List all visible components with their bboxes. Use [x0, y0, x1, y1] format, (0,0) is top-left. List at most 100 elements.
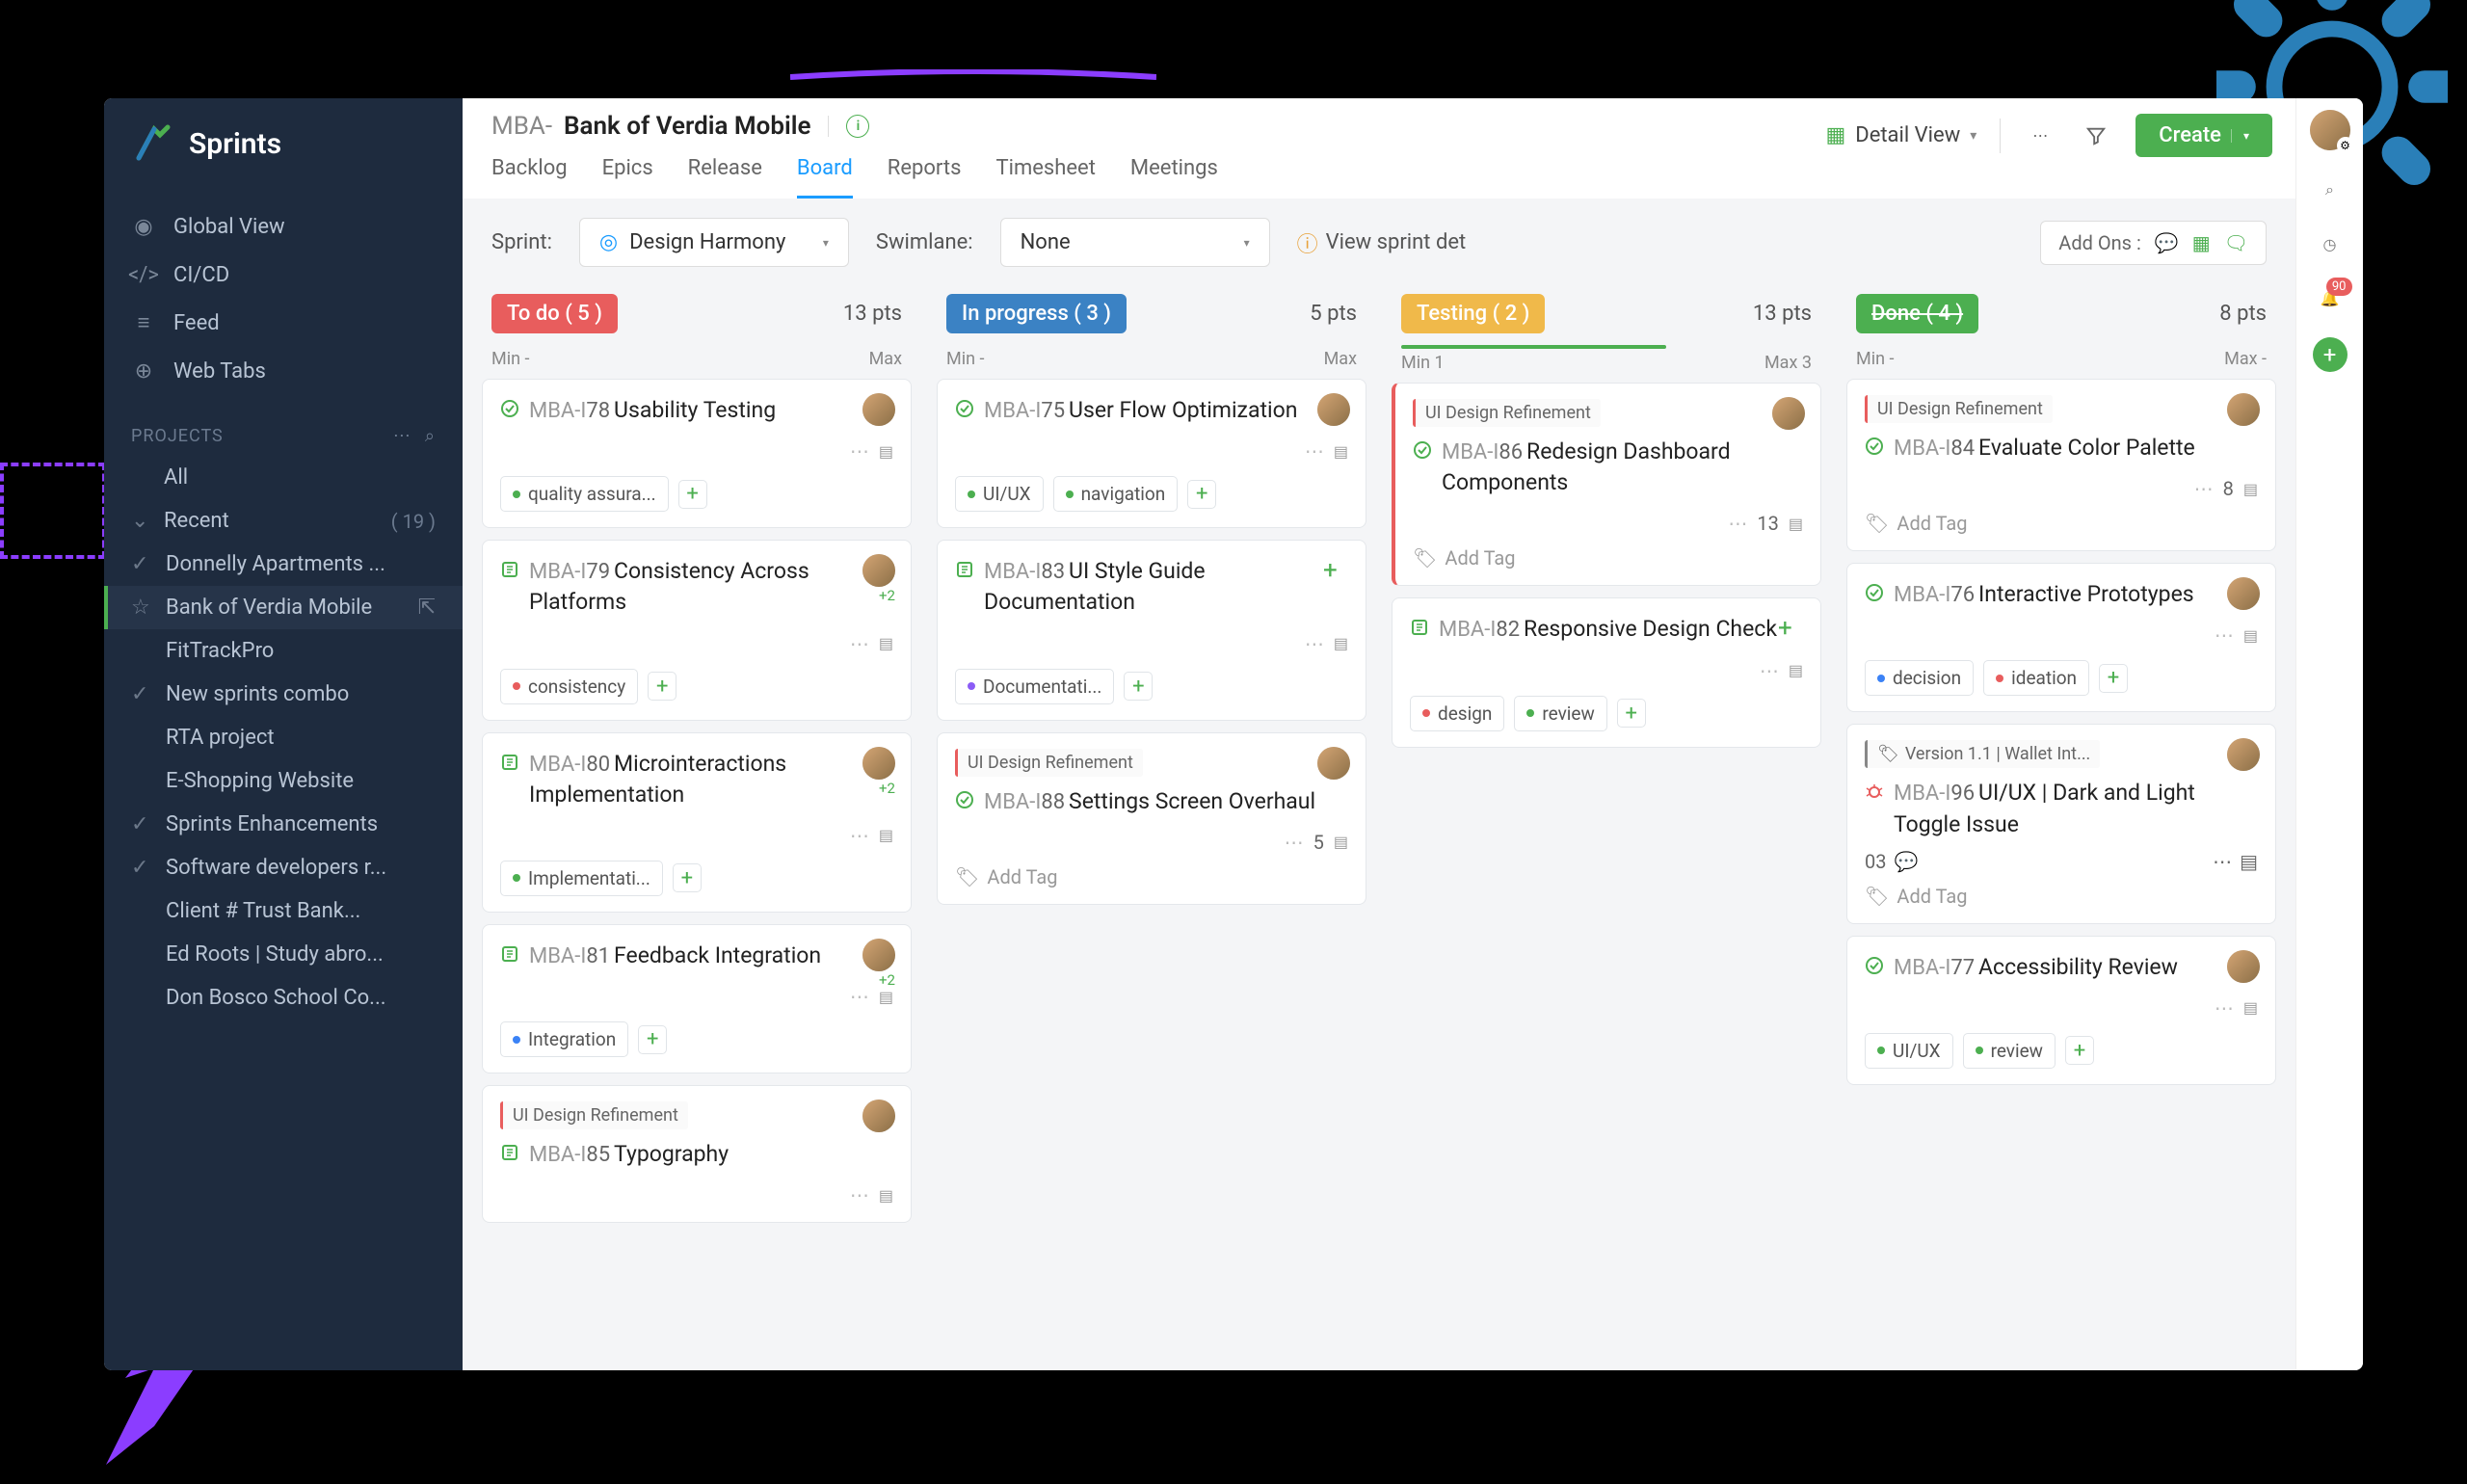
avatar-overflow[interactable]: +2	[879, 587, 895, 604]
add-tag-button[interactable]: +	[638, 1025, 667, 1054]
sidebar-project-item[interactable]: Ed Roots | Study abro...	[104, 933, 463, 976]
more-icon[interactable]: ⋯	[2194, 477, 2214, 500]
more-icon[interactable]: ⋯	[1760, 659, 1779, 682]
search-icon[interactable]: ⌕	[425, 426, 436, 446]
tag[interactable]: consistency	[500, 669, 638, 704]
assignee-avatar[interactable]	[862, 554, 895, 587]
more-icon[interactable]: ⋯	[1305, 439, 1324, 463]
external-link-icon[interactable]: ⇱	[418, 596, 436, 620]
view-sprint-detail[interactable]: ⓘ View sprint det	[1297, 227, 1467, 258]
work-item-card[interactable]: MBA-I79 Consistency Across Platforms +2⋯…	[482, 540, 912, 720]
tab-meetings[interactable]: Meetings	[1130, 145, 1218, 199]
more-icon[interactable]: ⋯	[1305, 632, 1324, 655]
epic-label[interactable]: UI Design Refinement	[1413, 399, 1601, 427]
addon-chat-icon[interactable]: 💬	[2155, 231, 2179, 254]
add-tag-link[interactable]: 🏷Add Tag	[1865, 512, 2258, 535]
addon-board-icon[interactable]: ▦	[2192, 231, 2211, 254]
tab-board[interactable]: Board	[797, 145, 853, 199]
more-icon[interactable]: ⋯	[850, 824, 869, 847]
add-tag-button[interactable]: +	[2065, 1036, 2094, 1065]
tag[interactable]: ideation	[1983, 660, 2089, 696]
assignee-avatar[interactable]	[1772, 397, 1805, 430]
projects-all[interactable]: All	[104, 456, 463, 499]
tag[interactable]: review	[1514, 696, 1606, 731]
sidebar-project-item[interactable]: ✓Donnelly Apartments ...	[104, 543, 463, 586]
more-icon[interactable]: ⋯	[850, 439, 869, 463]
add-tag-button[interactable]: +	[1187, 480, 1216, 509]
tag[interactable]: UI/UX	[1865, 1033, 1953, 1069]
work-item-card[interactable]: MBA-I75 User Flow Optimization ⋯▤UI/UXna…	[937, 379, 1366, 528]
assignee-avatar[interactable]	[862, 1100, 895, 1132]
sprint-select[interactable]: ◎ Design Harmony ▾	[579, 218, 849, 267]
projects-recent[interactable]: ⌄Recent( 19 )	[104, 499, 463, 543]
epic-label[interactable]: UI Design Refinement	[1865, 395, 2053, 423]
assignee-avatar[interactable]	[862, 393, 895, 426]
filter-icon[interactable]	[2080, 119, 2112, 152]
sidebar-project-item[interactable]: Don Bosco School Co...	[104, 976, 463, 1020]
avatar-overflow[interactable]: +2	[879, 780, 895, 797]
work-item-card[interactable]: MBA-I80 Microinteractions Implementation…	[482, 732, 912, 913]
status-pill[interactable]: In progress ( 3 )	[946, 294, 1127, 333]
tab-backlog[interactable]: Backlog	[491, 145, 568, 199]
tab-epics[interactable]: Epics	[602, 145, 653, 199]
work-item-card[interactable]: UI Design Refinement MBA-I85 Typography …	[482, 1085, 912, 1223]
more-icon[interactable]: ⋯	[850, 632, 869, 655]
sidebar-project-item[interactable]: ✓New sprints combo	[104, 673, 463, 716]
epic-label[interactable]: UI Design Refinement	[955, 749, 1143, 777]
tag[interactable]: review	[1963, 1033, 2056, 1069]
tag[interactable]: navigation	[1053, 476, 1179, 512]
more-icon[interactable]: ⋯	[2213, 850, 2232, 873]
tag[interactable]: Integration	[500, 1021, 628, 1057]
assignee-avatar[interactable]	[2227, 393, 2260, 426]
avatar-overflow[interactable]: +2	[879, 971, 895, 989]
more-icon[interactable]: ⋯	[2215, 996, 2234, 1020]
add-tag-link[interactable]: 🏷Add Tag	[955, 865, 1348, 888]
sidebar-project-item[interactable]: E-Shopping Website	[104, 759, 463, 803]
add-tag-link[interactable]: 🏷Add Tag	[1413, 546, 1803, 570]
sidebar-project-item[interactable]: Client # Trust Bank...	[104, 889, 463, 933]
work-item-card[interactable]: MBA-I82 Responsive Design Check +⋯▤desig…	[1392, 597, 1821, 747]
tab-reports[interactable]: Reports	[888, 145, 962, 199]
work-item-card[interactable]: MBA-I77 Accessibility Review ⋯▤UI/UXrevi…	[1846, 936, 2276, 1085]
add-tag-button[interactable]: +	[678, 480, 707, 509]
assignee-avatar[interactable]	[1317, 747, 1350, 780]
assignee-avatar[interactable]	[862, 939, 895, 971]
add-tag-button[interactable]: +	[648, 672, 676, 701]
work-item-card[interactable]: UI Design Refinement MBA-I84 Evaluate Co…	[1846, 379, 2276, 551]
add-tag-button[interactable]: +	[1617, 699, 1646, 728]
sidebar-project-item[interactable]: FitTrackPro	[104, 629, 463, 673]
chevron-down-icon[interactable]: ▾	[2231, 129, 2249, 143]
more-icon[interactable]: ⋯	[850, 985, 869, 1008]
add-tag-button[interactable]: +	[1124, 672, 1153, 701]
more-icon[interactable]: ⋯	[2215, 623, 2234, 647]
tag[interactable]: quality assura...	[500, 476, 669, 512]
assignee-avatar[interactable]	[862, 747, 895, 780]
search-icon[interactable]: ⌕	[2316, 175, 2345, 204]
more-icon[interactable]: ⋯	[1285, 831, 1304, 854]
assignee-avatar[interactable]	[1317, 393, 1350, 426]
sidebar-project-item[interactable]: ☆Bank of Verdia Mobile⇱	[104, 586, 463, 629]
tag[interactable]: decision	[1865, 660, 1974, 696]
nav-webtabs[interactable]: ⊕Web Tabs	[104, 347, 463, 395]
more-icon[interactable]: ⋯	[2024, 119, 2056, 152]
add-tag-button[interactable]: +	[2099, 664, 2128, 693]
sidebar-project-item[interactable]: ✓Sprints Enhancements	[104, 803, 463, 846]
tag[interactable]: UI/UX	[955, 476, 1044, 512]
nav-global-view[interactable]: ◉Global View	[104, 202, 463, 251]
more-icon[interactable]: ⋯	[1728, 512, 1747, 535]
quick-add-button[interactable]: +	[2313, 337, 2348, 372]
nav-feed[interactable]: ≡Feed	[104, 299, 463, 347]
more-icon[interactable]: ⋯	[850, 1183, 869, 1206]
status-pill[interactable]: Done ( 4 )	[1856, 294, 1978, 333]
work-item-card[interactable]: UI Design Refinement MBA-I88 Settings Sc…	[937, 732, 1366, 905]
tag[interactable]: Documentati...	[955, 669, 1114, 704]
clock-icon[interactable]: ◷	[2316, 229, 2345, 258]
assignee-avatar[interactable]	[2227, 577, 2260, 610]
sidebar-project-item[interactable]: ✓Software developers r...	[104, 846, 463, 889]
work-item-card[interactable]: UI Design Refinement MBA-I86 Redesign Da…	[1392, 383, 1821, 586]
app-logo[interactable]: Sprints	[104, 98, 463, 189]
version-label[interactable]: 🏷Version 1.1 | Wallet Int...	[1865, 740, 2100, 768]
assignee-avatar[interactable]	[2227, 738, 2260, 771]
work-item-card[interactable]: MBA-I78 Usability Testing ⋯▤quality assu…	[482, 379, 912, 528]
add-tag-link[interactable]: 🏷Add Tag	[1865, 885, 2258, 908]
